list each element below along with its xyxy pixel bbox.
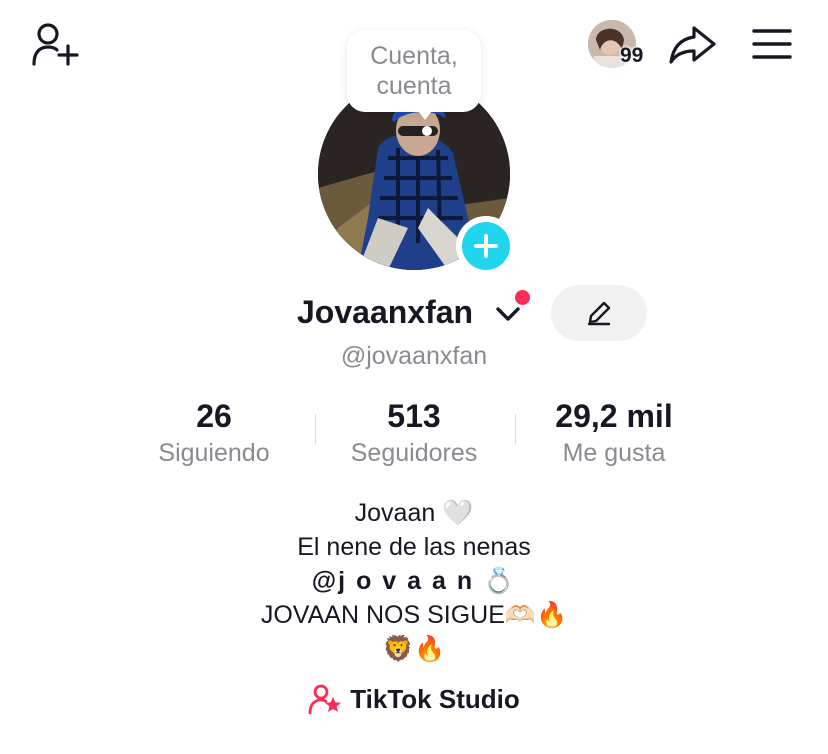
notification-count: 99 xyxy=(620,44,644,67)
bio-line: 🦁🔥 xyxy=(382,635,446,663)
followers-label: Seguidores xyxy=(350,439,478,467)
bio-mention-line[interactable]: @j o v a a n 💍 xyxy=(0,564,828,598)
username: @jovaanxfan xyxy=(340,342,488,370)
pencil-icon xyxy=(587,301,611,326)
bio-line: JOVAAN NOS SIGUE🫶🏻🔥 xyxy=(260,601,568,629)
tooltip-dot xyxy=(422,126,432,136)
add-friend-icon[interactable] xyxy=(28,20,84,70)
chevron-down-icon[interactable] xyxy=(494,304,522,324)
likes-label: Me gusta xyxy=(562,439,666,467)
menu-icon[interactable] xyxy=(750,26,794,62)
following-count: 26 xyxy=(196,398,232,434)
edit-profile-button[interactable] xyxy=(551,285,647,341)
following-label: Siguiendo xyxy=(158,439,270,467)
tooltip-bubble: Cuenta, cuenta xyxy=(347,30,481,112)
tiktok-studio-link[interactable]: TikTok Studio xyxy=(0,683,828,715)
stat-following[interactable]: 26 Siguiendo xyxy=(114,398,314,468)
stat-followers[interactable]: 513 Seguidores xyxy=(314,398,514,468)
tooltip-text: Cuenta, cuenta xyxy=(370,42,458,100)
bio-line: Jovaan 🤍 xyxy=(354,499,474,527)
bio-line: El nene de las nenas xyxy=(297,533,531,561)
followers-count: 513 xyxy=(387,398,441,434)
likes-count: 29,2 mil xyxy=(555,398,673,434)
tiktok-studio-label: TikTok Studio xyxy=(350,683,520,714)
share-icon[interactable] xyxy=(666,22,718,66)
bio: Jovaan 🤍 El nene de las nenas @j o v a a… xyxy=(0,496,828,666)
notification-dot xyxy=(515,290,530,305)
add-photo-button[interactable] xyxy=(456,216,516,276)
plus-icon xyxy=(462,222,510,270)
display-name[interactable]: Jovaanxfan xyxy=(297,294,473,331)
stat-likes[interactable]: 29,2 mil Me gusta xyxy=(514,398,714,468)
creator-star-icon xyxy=(308,684,342,715)
